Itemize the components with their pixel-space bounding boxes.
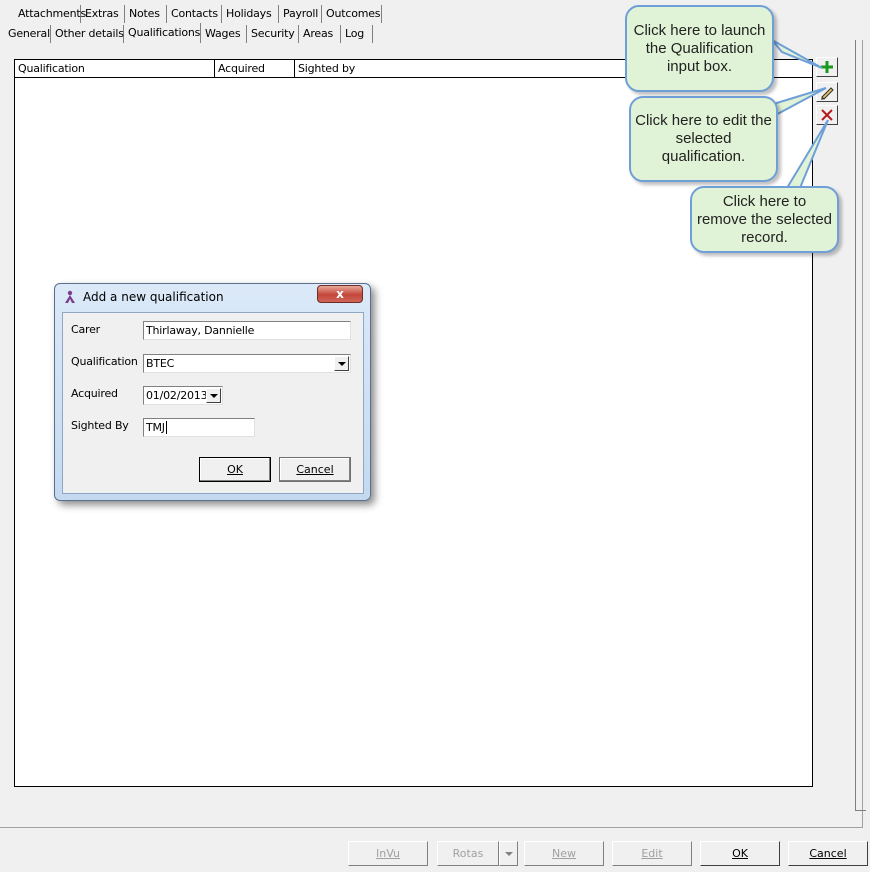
chevron-down-icon[interactable]	[334, 356, 349, 371]
qualification-value: BTEC	[146, 357, 175, 370]
dialog-cancel-button[interactable]: Cancel	[279, 457, 351, 482]
invu-button[interactable]: InVu	[348, 841, 428, 866]
carer-label: Carer	[71, 323, 100, 336]
edit-button[interactable]: Edit	[612, 841, 692, 866]
rotas-button[interactable]: Rotas	[437, 841, 499, 866]
chevron-down-icon[interactable]	[206, 388, 221, 403]
text-cursor: ​	[165, 421, 167, 434]
qualification-label: Qualification	[71, 355, 138, 368]
dialog-title: Add a new qualification	[83, 290, 224, 304]
new-button[interactable]: New	[524, 841, 604, 866]
app-person-icon	[65, 290, 75, 303]
add-qualification-dialog: Add a new qualification x Carer Thirlawa…	[54, 283, 371, 501]
chevron-down-icon	[504, 852, 513, 856]
cancel-button[interactable]: Cancel	[788, 841, 868, 866]
close-icon: x	[336, 287, 344, 301]
acquired-label: Acquired	[71, 387, 118, 400]
ok-button[interactable]: OK	[700, 841, 780, 866]
callout-add: Click here to launch the Qualification i…	[625, 5, 774, 92]
rotas-dropdown-button[interactable]	[499, 841, 518, 866]
carer-field[interactable]: Thirlaway, Dannielle	[143, 321, 351, 340]
sighted-by-value: TMJ	[146, 421, 165, 434]
sighted-by-field[interactable]: TMJ​	[143, 418, 255, 437]
callout-remove: Click here to remove the selected record…	[690, 186, 839, 253]
callout-edit: Click here to edit the selected qualific…	[629, 96, 778, 182]
acquired-value: 01/02/2013	[146, 389, 208, 402]
acquired-date-picker[interactable]: 01/02/2013	[143, 386, 223, 405]
dialog-ok-button[interactable]: OK	[199, 457, 271, 482]
dialog-body: Carer Thirlaway, Dannielle Qualification…	[62, 312, 364, 494]
sighted-by-label: Sighted By	[71, 419, 129, 432]
qualification-select[interactable]: BTEC	[143, 354, 351, 373]
dialog-close-button[interactable]: x	[317, 285, 363, 303]
